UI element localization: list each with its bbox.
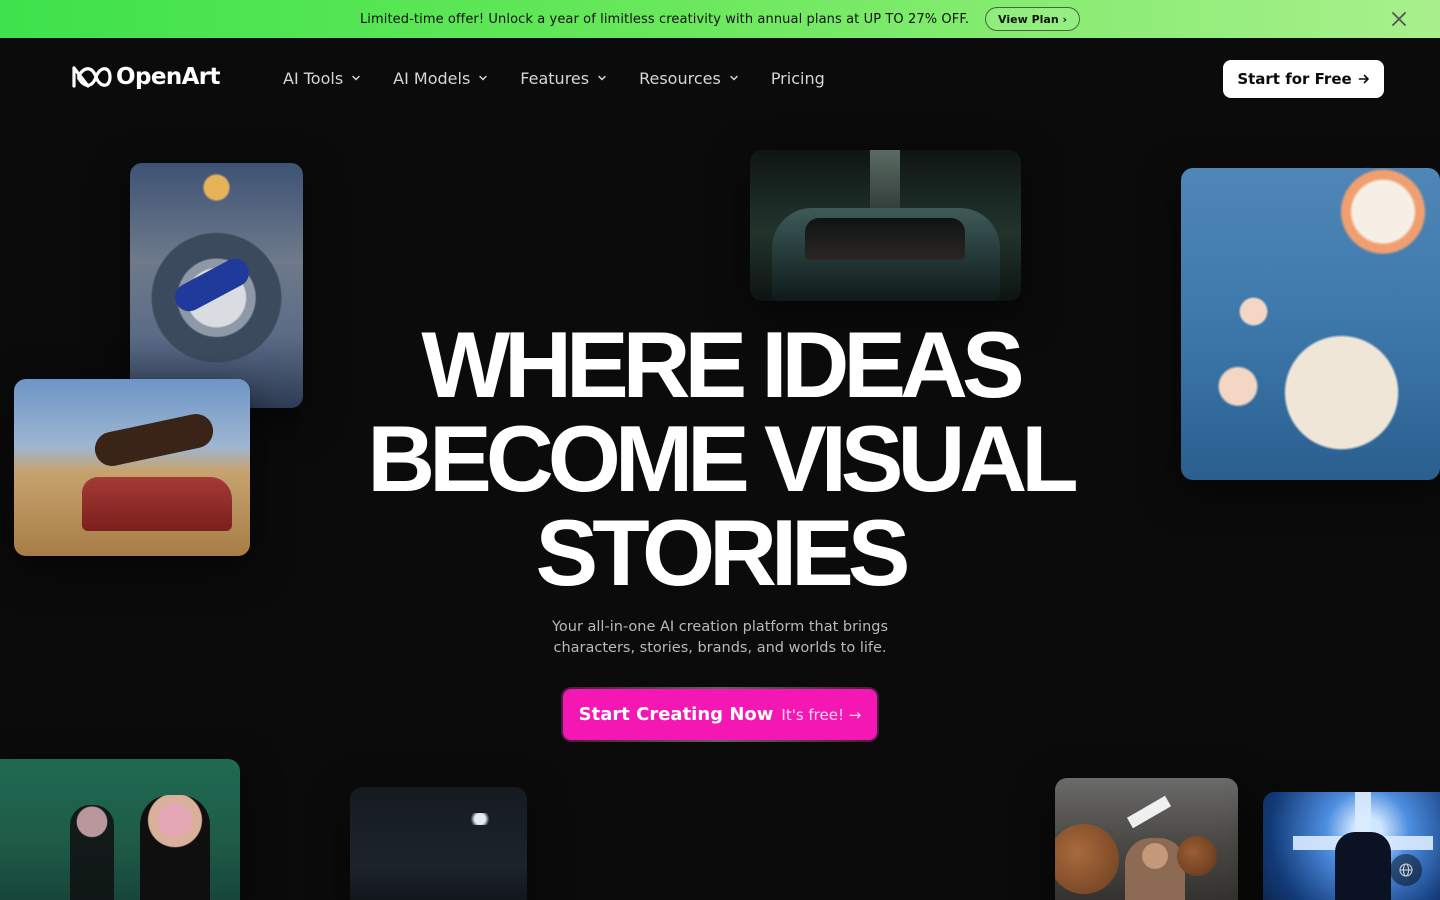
hero-subtitle: Your all-in-one AI creation platform tha… [520, 617, 920, 659]
globe-icon [1399, 863, 1413, 877]
chevron-down-icon [352, 75, 360, 81]
showcase-image-locker-room [0, 759, 240, 900]
showcase-image-astronaut [130, 163, 303, 408]
menu-item-label: Pricing [770, 68, 825, 88]
hero-title-line: BECOME VISUAL [367, 406, 1078, 511]
logo-text: OpenArt [116, 64, 221, 90]
hero-title-line: WHERE IDEAS [421, 312, 1024, 417]
showcase-image-car [750, 150, 1021, 301]
start-for-free-label: Start for Free [1237, 70, 1352, 88]
menu-item-features[interactable]: Features [520, 66, 607, 90]
menu-item-label: Resources [639, 68, 721, 88]
hero-title-line: STORIES [535, 500, 911, 605]
menu-item-ai-models[interactable]: AI Models [393, 66, 488, 90]
cta-main-label: Start Creating Now [578, 704, 774, 725]
logo[interactable]: OpenArt [70, 64, 221, 90]
menu-item-label: AI Models [393, 68, 471, 88]
start-for-free-button[interactable]: Start for Free [1223, 60, 1384, 98]
view-plan-button[interactable]: View Plan › [985, 7, 1081, 31]
hero-subtitle-line: characters, stories, brands, and worlds … [553, 640, 887, 656]
start-creating-now-wrapper: Start Creating Now It's free! → [561, 687, 879, 742]
chevron-down-icon [479, 75, 488, 81]
menu-item-pricing[interactable]: Pricing [771, 66, 825, 90]
showcase-image-horse [14, 379, 250, 556]
arrow-right-icon [1358, 74, 1369, 84]
showcase-image-basketball [1055, 778, 1238, 900]
start-creating-now-button[interactable]: Start Creating Now It's free! → [563, 689, 877, 740]
menu-item-resources[interactable]: Resources [639, 66, 739, 90]
menu-item-label: Features [520, 68, 590, 88]
top-nav: OpenArt AI Tools AI Models Features Reso… [0, 38, 1440, 120]
menu-item-ai-tools[interactable]: AI Tools [283, 66, 361, 90]
menu-item-label: AI Tools [283, 68, 344, 88]
main-menu: AI Tools AI Models Features Resources Pr… [283, 66, 857, 90]
hero-subtitle-line: Your all-in-one AI creation platform tha… [551, 619, 889, 635]
showcase-image-flowers [1181, 168, 1440, 480]
hero-title: WHERE IDEAS BECOME VISUAL STORIES [300, 318, 1140, 600]
chevron-down-icon [598, 75, 606, 81]
cta-sub-label: It's free! → [781, 705, 862, 724]
logo-infinity-icon [72, 66, 112, 88]
close-icon[interactable] [1390, 10, 1408, 28]
promo-banner: Limited-time offer! Unlock a year of lim… [0, 0, 1440, 38]
showcase-image-street [350, 787, 527, 900]
chevron-down-icon [730, 75, 738, 81]
language-button[interactable] [1390, 854, 1422, 886]
promo-text: Limited-time offer! Unlock a year of lim… [359, 11, 970, 27]
